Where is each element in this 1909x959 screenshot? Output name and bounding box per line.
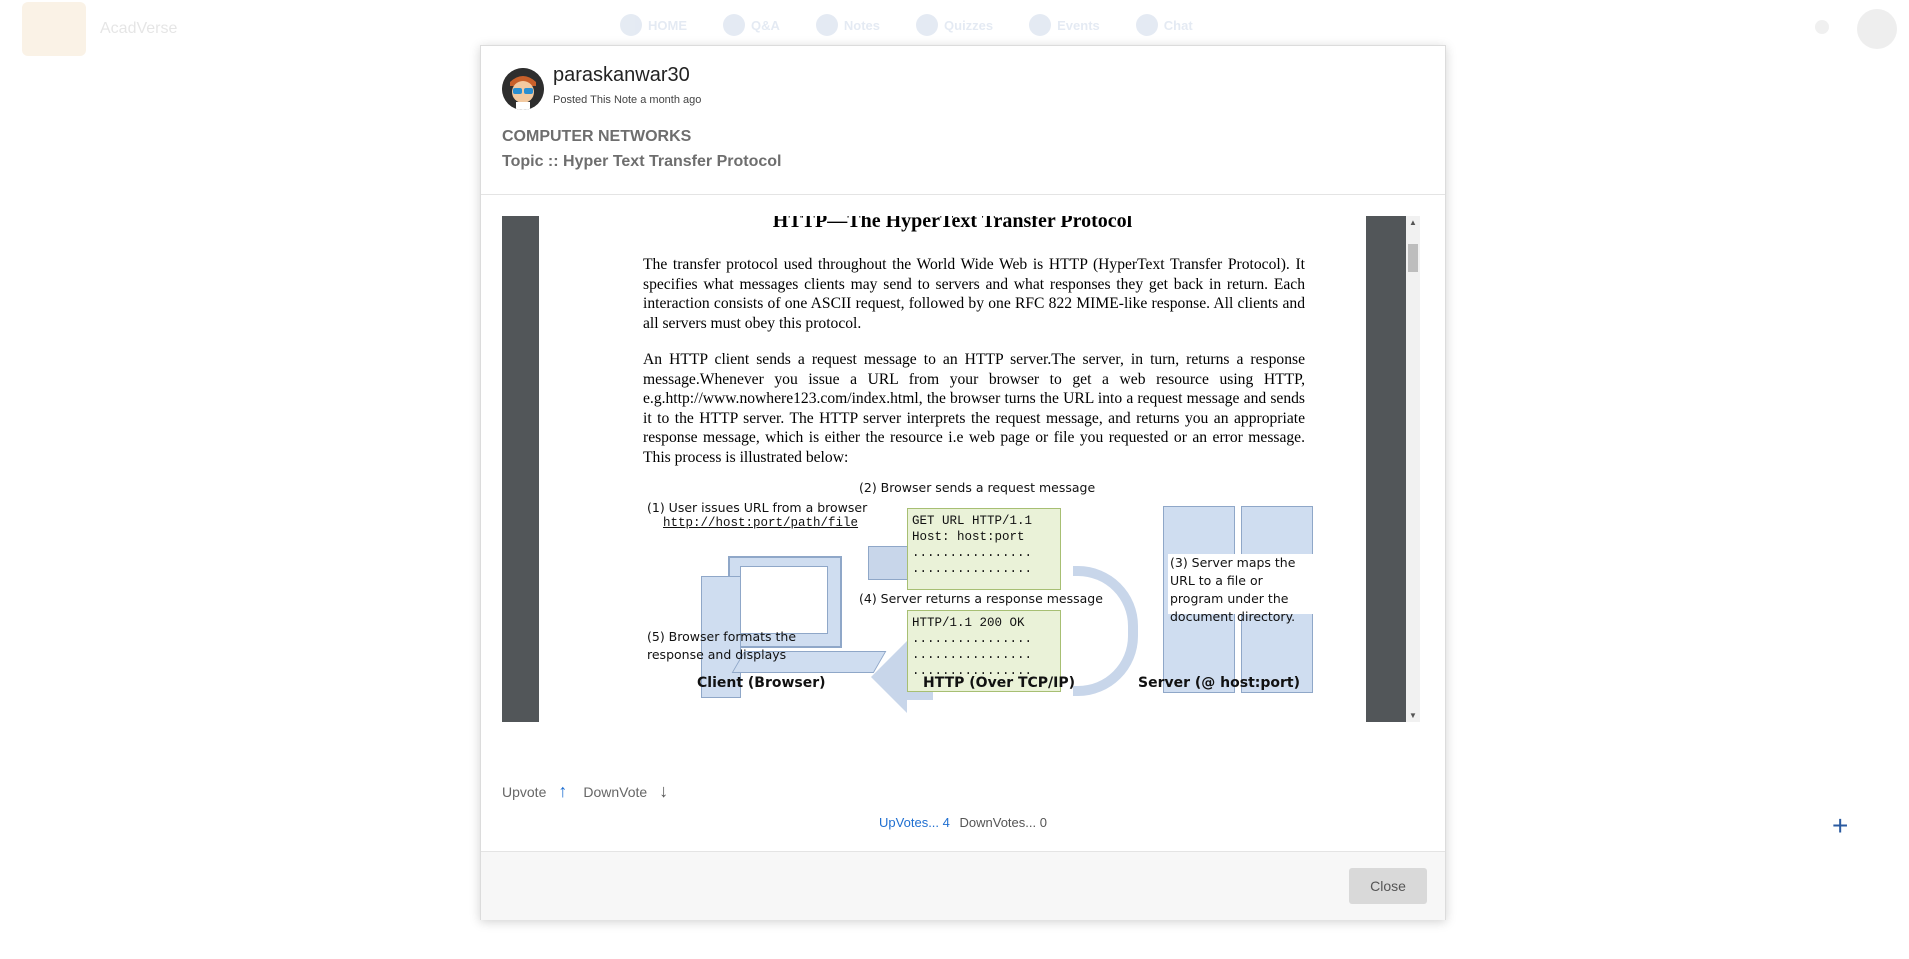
- notes-icon: [815, 14, 838, 36]
- document-page: HTTP—The HyperText Transfer Protocol The…: [539, 216, 1366, 722]
- upvote-count: UpVotes... 4: [879, 815, 950, 830]
- home-icon: [620, 14, 642, 36]
- quiz-icon: [916, 14, 939, 36]
- downvote-label: DownVote: [583, 783, 648, 800]
- document-paragraph: An HTTP client sends a request message t…: [643, 351, 1305, 466]
- server-loop-arrow: [1073, 566, 1138, 696]
- add-icon: +: [1832, 810, 1849, 841]
- modal-header: paraskanwar30 Posted This Note a month a…: [481, 46, 1445, 195]
- diagram-step-4: (4) Server returns a response message: [859, 591, 1103, 606]
- http-diagram: (2) Browser sends a request message (1) …: [643, 480, 1323, 722]
- document-title: HTTP—The HyperText Transfer Protocol: [772, 216, 1133, 232]
- nav-item: HOME: [620, 14, 687, 36]
- modal-footer: Close: [481, 851, 1445, 920]
- scroll-up-icon[interactable]: ▲: [1409, 218, 1417, 227]
- pdf-viewer[interactable]: HTTP—The HyperText Transfer Protocol The…: [502, 216, 1420, 722]
- topic-title: Topic :: Hyper Text Transfer Protocol: [502, 153, 782, 170]
- diagram-step-3: (3) Server maps the URL to a file or pro…: [1170, 555, 1296, 624]
- diagram-step-1-url: http://host:port/path/file: [663, 516, 859, 530]
- nav-item: Chat: [1135, 14, 1193, 36]
- bell-icon: [1815, 20, 1829, 34]
- close-button[interactable]: Close: [1349, 868, 1427, 904]
- http-label: HTTP (Over TCP/IP): [923, 675, 1076, 691]
- document-paragraph: The transfer protocol used throughout th…: [643, 256, 1305, 332]
- background-nav: HOME Q&A Notes Quizzes Events Chat: [620, 14, 1193, 36]
- note-modal: paraskanwar30 Posted This Note a month a…: [480, 45, 1446, 920]
- vote-counts: UpVotes... 4 DownVotes... 0: [481, 815, 1445, 830]
- vote-controls: Upvote ↑ DownVote ↓: [502, 781, 668, 802]
- author-username[interactable]: paraskanwar30: [553, 64, 690, 87]
- client-label: Client (Browser): [697, 675, 826, 691]
- scroll-down-icon[interactable]: ▼: [1409, 711, 1417, 720]
- downvote-count: DownVotes... 0: [959, 815, 1047, 830]
- diagram-step-5: (5) Browser formats the response and dis…: [647, 629, 797, 662]
- app-logo: [22, 2, 86, 56]
- author-avatar: [502, 68, 544, 110]
- scroll-thumb[interactable]: [1408, 244, 1418, 272]
- arrow-up-icon[interactable]: ↑: [558, 781, 567, 802]
- qa-icon: [723, 14, 745, 36]
- nav-item: Events: [1029, 14, 1100, 36]
- upvote-label: Upvote: [502, 783, 547, 800]
- diagram-step-2: (2) Browser sends a request message: [859, 480, 1096, 495]
- app-brand: AcadVerse: [100, 20, 178, 37]
- nav-item: Q&A: [723, 14, 780, 36]
- viewer-scrollbar[interactable]: ▲ ▼: [1406, 216, 1420, 722]
- arrow-down-icon[interactable]: ↓: [659, 781, 668, 802]
- nav-item: Notes: [815, 14, 880, 36]
- subject-title: COMPUTER NETWORKS: [502, 128, 692, 145]
- nav-item: Quizzes: [916, 14, 993, 36]
- chat-icon: [1135, 14, 1158, 36]
- posted-time: Posted This Note a month ago: [553, 94, 702, 106]
- response-arrow: [871, 641, 907, 713]
- request-message-box: GET URL HTTP/1.1 Host: host:port .......…: [907, 508, 1061, 590]
- user-avatar: [1857, 9, 1897, 49]
- server-label: Server (@ host:port): [1138, 675, 1300, 691]
- events-icon: [1029, 14, 1052, 36]
